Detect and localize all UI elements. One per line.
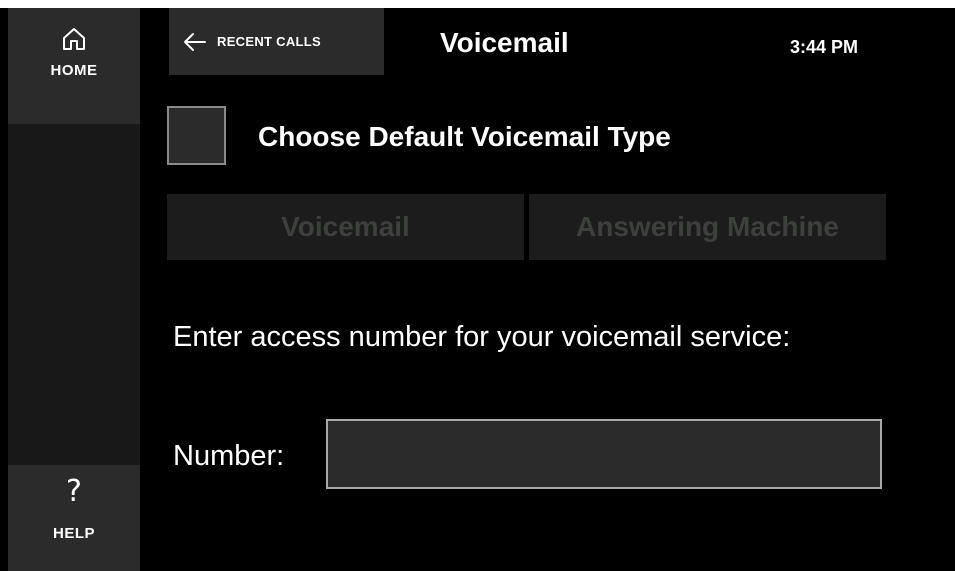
arrow-left-icon [184, 32, 206, 51]
default-voicemail-type-label: Choose Default Voicemail Type [258, 121, 671, 152]
recent-calls-back-button[interactable]: RECENT CALLS [169, 8, 384, 75]
access-number-instructions: Enter access number for your voicemail s… [173, 321, 791, 353]
voicemail-screen: HOME ? HELP RECENT CALLS Voicemail 3:44 … [0, 8, 955, 571]
home-button[interactable]: HOME [8, 8, 140, 124]
voicemail-option-button[interactable]: Voicemail [167, 194, 524, 260]
question-mark-icon: ? [66, 474, 82, 509]
help-label: HELP [52, 525, 95, 542]
default-voicemail-type-checkbox[interactable] [167, 106, 226, 165]
answering-machine-option-label: Answering Machine [576, 211, 839, 242]
help-button[interactable]: ? HELP [8, 465, 140, 571]
voicemail-option-label: Voicemail [281, 211, 410, 242]
sidebar: HOME ? HELP [8, 8, 140, 571]
page-title: Voicemail [440, 27, 569, 58]
home-label: HOME [50, 62, 98, 79]
answering-machine-option-button[interactable]: Answering Machine [529, 194, 886, 260]
home-icon [63, 28, 85, 50]
number-label: Number: [173, 440, 285, 472]
access-number-input[interactable] [326, 419, 882, 489]
back-button-label: RECENT CALLS [217, 34, 321, 49]
clock: 3:44 PM [790, 37, 859, 57]
